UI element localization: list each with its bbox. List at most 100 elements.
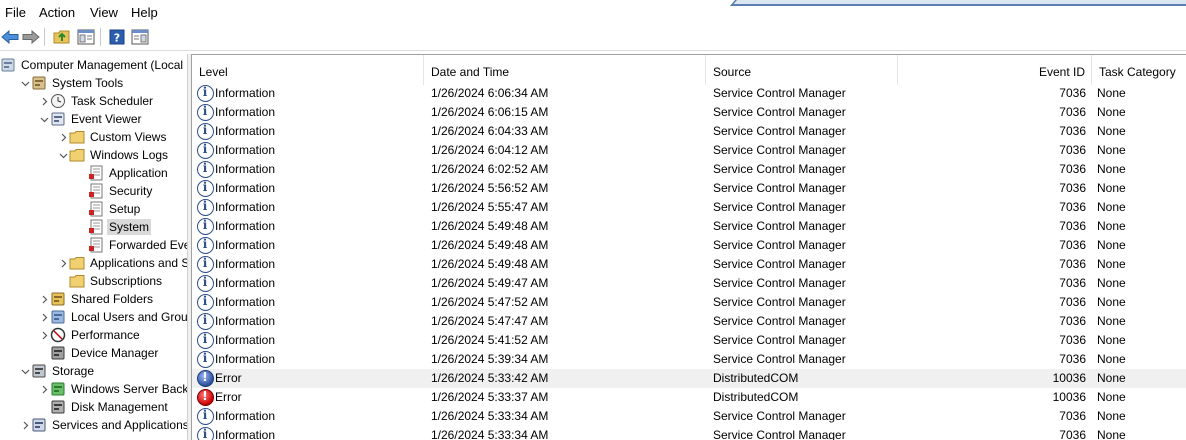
cell-source: Service Control Manager <box>713 295 846 309</box>
chevron-right-icon[interactable] <box>38 326 50 344</box>
menu-help[interactable]: Help <box>131 5 158 20</box>
cell-task-category: None <box>1097 200 1126 214</box>
tree-item[interactable]: Security <box>76 182 154 200</box>
information-icon <box>197 351 214 368</box>
column-header-task-category[interactable]: Task Category <box>1092 55 1186 85</box>
chevron-down-icon[interactable] <box>38 110 50 128</box>
tree-item[interactable]: Applications and Se <box>57 254 187 272</box>
backup-icon <box>50 381 66 397</box>
column-header-source[interactable]: Source <box>706 55 898 85</box>
cell-task-category: None <box>1097 371 1126 385</box>
tree-item[interactable]: Event Viewer <box>38 110 143 128</box>
tree-item[interactable]: Local Users and Groups <box>38 308 187 326</box>
column-header-date[interactable]: Date and Time <box>424 55 706 85</box>
chevron-right-icon[interactable] <box>38 380 50 398</box>
tree-item[interactable]: Storage <box>19 362 96 380</box>
tree-item[interactable]: Computer Management (Local <box>0 56 185 74</box>
cell-level: Information <box>215 314 276 328</box>
table-row[interactable]: Information 1/26/2024 5:56:52 AM Service C… <box>192 179 1186 198</box>
tree-item-label: Device Manager <box>71 346 159 360</box>
table-row[interactable]: Information 1/26/2024 6:06:34 AM Service C… <box>192 84 1186 103</box>
cell-task-category: None <box>1097 124 1126 138</box>
menu-file[interactable]: File <box>5 5 26 20</box>
cell-date-time: 1/26/2024 5:47:52 AM <box>431 295 549 309</box>
information-icon <box>197 142 214 159</box>
cell-date-time: 1/26/2024 5:49:48 AM <box>431 238 549 252</box>
chevron-right-icon[interactable] <box>57 128 69 146</box>
table-row[interactable]: Information 1/26/2024 5:33:34 AM Service C… <box>192 426 1186 440</box>
cell-date-time: 1/26/2024 5:33:42 AM <box>431 371 549 385</box>
tree-item[interactable]: Services and Applications <box>19 416 187 434</box>
tree-item-label: Task Scheduler <box>71 94 154 108</box>
table-row[interactable]: Information 1/26/2024 5:49:48 AM Service C… <box>192 236 1186 255</box>
chevron-down-icon[interactable] <box>57 146 69 164</box>
table-row[interactable]: Error 1/26/2024 5:33:37 AM DistributedCOM 1… <box>192 388 1186 407</box>
cell-source: DistributedCOM <box>713 390 799 404</box>
table-row[interactable]: Information 1/26/2024 5:39:34 AM Service C… <box>192 350 1186 369</box>
tree-item[interactable]: Performance <box>38 326 142 344</box>
toolbar-separator <box>44 28 45 46</box>
table-row[interactable]: Information 1/26/2024 6:04:33 AM Service C… <box>192 122 1186 141</box>
table-row[interactable]: Error 1/26/2024 5:33:42 AM DistributedCOM 1… <box>192 369 1186 388</box>
show-hide-console-tree-icon[interactable] <box>76 27 96 47</box>
help-icon[interactable]: ? <box>107 27 127 47</box>
chevron-right-icon[interactable] <box>57 254 69 272</box>
information-icon <box>197 294 214 311</box>
computer-management-icon <box>0 57 16 73</box>
cell-level: Information <box>215 86 276 100</box>
tree-item[interactable]: Device Manager <box>38 344 160 362</box>
table-row[interactable]: Information 1/26/2024 5:49:48 AM Service C… <box>192 217 1186 236</box>
chevron-right-icon[interactable] <box>19 416 31 434</box>
table-row[interactable]: Information 1/26/2024 5:55:47 AM Service C… <box>192 198 1186 217</box>
chevron-right-icon[interactable] <box>38 290 50 308</box>
table-row[interactable]: Information 1/26/2024 5:47:52 AM Service C… <box>192 293 1186 312</box>
chevron-right-icon[interactable] <box>38 308 50 326</box>
table-row[interactable]: Information 1/26/2024 5:49:47 AM Service C… <box>192 274 1186 293</box>
cell-event-id: 7036 <box>1059 352 1086 366</box>
chevron-down-icon[interactable] <box>19 74 31 92</box>
cell-source: Service Control Manager <box>713 181 846 195</box>
show-hide-action-pane-icon[interactable] <box>130 27 150 47</box>
table-row[interactable]: Information 1/26/2024 5:47:47 AM Service C… <box>192 312 1186 331</box>
tree-item[interactable]: Subscriptions <box>57 272 164 290</box>
tree-item[interactable]: Disk Management <box>38 398 170 416</box>
table-row[interactable]: Information 1/26/2024 5:41:52 AM Service C… <box>192 331 1186 350</box>
users-icon <box>50 309 66 325</box>
tree-item[interactable]: System Tools <box>19 74 125 92</box>
cell-level: Error <box>215 390 242 404</box>
menu-view[interactable]: View <box>90 5 118 20</box>
chevron-down-icon[interactable] <box>19 362 31 380</box>
cell-source: Service Control Manager <box>713 219 846 233</box>
tree-item[interactable]: Setup <box>76 200 142 218</box>
cell-event-id: 10036 <box>1052 390 1086 404</box>
back-arrow-icon[interactable] <box>0 27 20 47</box>
table-row[interactable]: Information 1/26/2024 6:04:12 AM Service C… <box>192 141 1186 160</box>
table-row[interactable]: Information 1/26/2024 5:49:48 AM Service C… <box>192 255 1186 274</box>
tree-item[interactable]: Task Scheduler <box>38 92 155 110</box>
up-folder-icon[interactable] <box>52 27 72 47</box>
tree-item[interactable]: Custom Views <box>57 128 168 146</box>
tree-item[interactable]: Shared Folders <box>38 290 155 308</box>
information-icon <box>197 256 214 273</box>
chevron-right-icon[interactable] <box>38 92 50 110</box>
cell-source: Service Control Manager <box>713 238 846 252</box>
column-header-level[interactable]: Level <box>192 55 424 85</box>
tree-item[interactable]: Windows Logs <box>57 146 170 164</box>
table-row[interactable]: Information 1/26/2024 5:33:34 AM Service C… <box>192 407 1186 426</box>
tree-item[interactable]: Windows Server Backup <box>38 380 187 398</box>
table-row[interactable]: Information 1/26/2024 6:06:15 AM Service C… <box>192 103 1186 122</box>
table-row[interactable]: Information 1/26/2024 6:02:52 AM Service C… <box>192 160 1186 179</box>
tree-item[interactable]: System <box>76 218 152 236</box>
tree-item[interactable]: Forwarded Event <box>76 236 187 254</box>
cell-date-time: 1/26/2024 5:39:34 AM <box>431 352 549 366</box>
forward-arrow-icon[interactable] <box>21 27 41 47</box>
cell-event-id: 7036 <box>1059 295 1086 309</box>
column-header-event-id[interactable]: Event ID <box>898 55 1092 85</box>
cell-date-time: 1/26/2024 5:47:47 AM <box>431 314 549 328</box>
cell-task-category: None <box>1097 181 1126 195</box>
cell-event-id: 7036 <box>1059 314 1086 328</box>
menu-action[interactable]: Action <box>39 5 75 20</box>
tree-item[interactable]: Application <box>76 164 170 182</box>
